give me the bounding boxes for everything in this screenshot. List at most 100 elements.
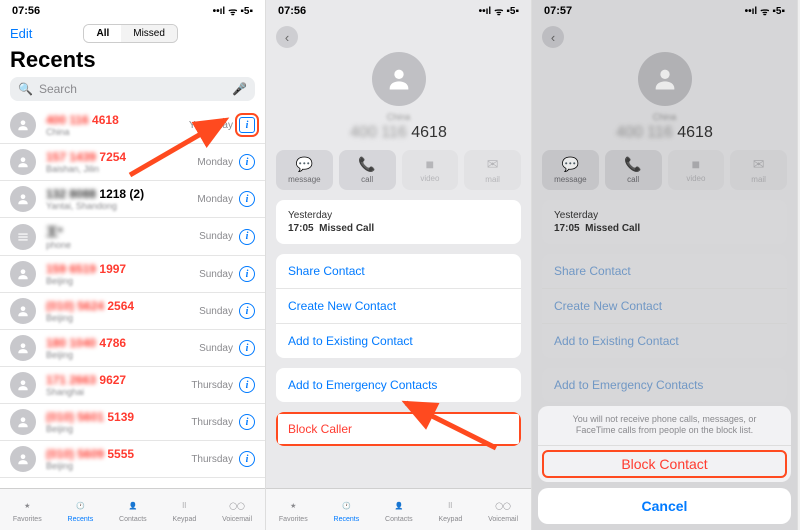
tab-voicemail[interactable]: ◯◯Voicemail <box>222 497 252 523</box>
seg-missed[interactable]: Missed <box>121 25 177 42</box>
row-content: (010) 5601 5139Beijing <box>46 410 191 434</box>
info-button[interactable]: i <box>239 303 255 319</box>
tab-recents[interactable]: 🕐Recents <box>334 497 360 523</box>
row-date: Sunday <box>199 343 233 354</box>
back-button[interactable]: ‹ <box>276 26 298 48</box>
info-button[interactable]: i <box>239 117 255 133</box>
contact-label: China <box>266 112 531 122</box>
seg-all[interactable]: All <box>84 25 121 42</box>
tab-voicemail[interactable]: ◯◯Voicemail <box>488 497 518 523</box>
sheet-body: You will not receive phone calls, messag… <box>538 406 791 482</box>
tab-recents[interactable]: 🕐Recents <box>68 497 94 523</box>
history-entry: Yesterday 17:05 Missed Call <box>276 200 521 244</box>
edit-button[interactable]: Edit <box>10 26 32 41</box>
cancel-button[interactable]: Cancel <box>538 488 791 524</box>
row-content: 180 1040 4786Beijing <box>46 336 199 360</box>
recents-row[interactable]: (010) 5609 5555BeijingThursdayi <box>0 441 265 478</box>
star-icon: ★ <box>18 497 36 515</box>
tab-keypad[interactable]: ⠿Keypad <box>173 497 197 523</box>
keypad-icon: ⠿ <box>175 497 193 515</box>
tab-favorites[interactable]: ★Favorites <box>279 497 308 523</box>
info-button[interactable]: i <box>239 451 255 467</box>
mail-icon: ✉ <box>487 156 499 173</box>
person-icon <box>10 446 36 472</box>
person-icon <box>10 186 36 212</box>
row-content: (010) 5609 5555Beijing <box>46 447 191 471</box>
mic-icon[interactable]: 🎤 <box>232 82 247 96</box>
action-message[interactable]: 💬message <box>276 150 333 190</box>
tab-bar: ★Favorites 🕐Recents 👤Contacts ⠿Keypad ◯◯… <box>0 488 265 530</box>
search-input[interactable]: 🔍 Search 🎤 <box>10 77 255 101</box>
info-button[interactable]: i <box>239 377 255 393</box>
block-caller[interactable]: Block Caller <box>276 412 521 446</box>
status-bar: 07:56 ••ılᯤ▪5▪ <box>266 0 531 22</box>
video-icon: ■ <box>426 156 434 172</box>
detail-cards: Yesterday 17:05 Missed Call Share Contac… <box>266 200 531 446</box>
info-button[interactable]: i <box>239 266 255 282</box>
recents-row[interactable]: 王*phoneSundayi <box>0 218 265 256</box>
share-contact[interactable]: Share Contact <box>276 254 521 289</box>
info-button[interactable]: i <box>239 191 255 207</box>
clock-icon: 🕐 <box>71 497 89 515</box>
navbar: Edit All Missed <box>0 22 265 47</box>
recents-row[interactable]: 180 1040 4786BeijingSundayi <box>0 330 265 367</box>
segmented-control[interactable]: All Missed <box>83 24 177 43</box>
block-contact-button[interactable]: Block Contact <box>538 446 791 482</box>
person-icon <box>10 409 36 435</box>
row-date: Sunday <box>199 269 233 280</box>
recents-row[interactable]: 171 2663 9627ShanghaiThursday i <box>0 367 265 404</box>
row-date: Monday <box>197 157 233 168</box>
row-content: 400 116 4618China <box>46 113 189 137</box>
tab-keypad[interactable]: ⠿Keypad <box>439 497 463 523</box>
row-date: Yesterday <box>189 120 233 131</box>
person-icon <box>10 298 36 324</box>
action-sheet: You will not receive phone calls, messag… <box>538 406 791 524</box>
info-button[interactable]: i <box>239 154 255 170</box>
sheet-message: You will not receive phone calls, messag… <box>538 406 791 446</box>
person-icon: 👤 <box>124 497 142 515</box>
call-history-card: Yesterday 17:05 Missed Call <box>276 200 521 244</box>
row-content: 159 6519 1997Beijing <box>46 262 199 286</box>
row-date: Thursday <box>191 380 233 391</box>
status-icons: ••ılᯤ▪5▪ <box>213 4 253 18</box>
row-date: Sunday <box>199 231 233 242</box>
list-icon <box>10 224 36 250</box>
tab-contacts[interactable]: 👤Contacts <box>385 497 413 523</box>
create-new-contact[interactable]: Create New Contact <box>276 289 521 324</box>
add-to-existing[interactable]: Add to Existing Contact <box>276 324 521 358</box>
action-call[interactable]: 📞call <box>339 150 396 190</box>
row-content: 171 2663 9627Shanghai <box>46 373 191 397</box>
search-placeholder: Search <box>39 82 77 96</box>
action-mail: ✉mail <box>464 150 521 190</box>
action-video: ■video <box>402 150 459 190</box>
recents-row[interactable]: 400 116 4618ChinaYesterday i <box>0 107 265 144</box>
person-icon <box>10 149 36 175</box>
info-button[interactable]: i <box>239 340 255 356</box>
tab-favorites[interactable]: ★Favorites <box>13 497 42 523</box>
recents-row[interactable]: 159 6519 1997BeijingSundayi <box>0 256 265 293</box>
status-time: 07:56 <box>12 5 40 17</box>
info-button[interactable]: i <box>239 229 255 245</box>
tab-contacts[interactable]: 👤Contacts <box>119 497 147 523</box>
screen-contact-detail: 07:56 ••ılᯤ▪5▪ ‹ China 400 116 4618 💬mes… <box>266 0 532 530</box>
contact-avatar <box>372 52 426 106</box>
info-button[interactable]: i <box>239 414 255 430</box>
phone-icon: 📞 <box>358 156 375 173</box>
person-icon <box>10 261 36 287</box>
recents-row[interactable]: 132 8088 1218 (2)Yantai, ShandongMondayi <box>0 181 265 218</box>
recents-row[interactable]: 157 1439 7254Baishan, JilinMondayi <box>0 144 265 181</box>
block-card: Block Caller <box>276 412 521 446</box>
recents-row[interactable]: (010) 5601 5139BeijingThursday i <box>0 404 265 441</box>
voicemail-icon: ◯◯ <box>228 497 246 515</box>
row-date: Thursday <box>191 417 233 428</box>
status-time: 07:56 <box>278 5 306 17</box>
recents-list: 400 116 4618ChinaYesterdayi157 1439 7254… <box>0 107 265 478</box>
add-emergency[interactable]: Add to Emergency Contacts <box>276 368 521 402</box>
page-title: Recents <box>0 47 265 77</box>
person-icon <box>10 372 36 398</box>
screen-block-confirm: 07:57 ••ılᯤ▪5▪ ‹ China 400 116 4618 💬mes… <box>532 0 798 530</box>
row-date: Monday <box>197 194 233 205</box>
status-icons: ••ılᯤ▪5▪ <box>479 4 519 18</box>
recents-row[interactable]: (010) 5624 2564BeijingSundayi <box>0 293 265 330</box>
screen-recents: 07:56 ••ılᯤ▪5▪ Edit All Missed Recents 🔍… <box>0 0 266 530</box>
